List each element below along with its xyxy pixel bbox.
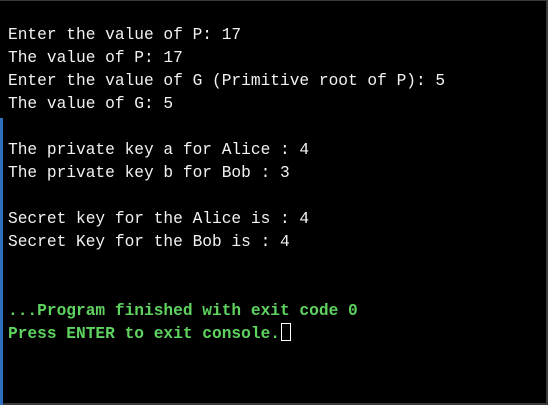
console-line: Secret Key for the Bob is : 4 xyxy=(8,233,290,251)
text-cursor[interactable] xyxy=(281,323,291,341)
exit-prompt-text: Press ENTER to exit console. xyxy=(8,325,280,343)
console-line: Enter the value of P: 17 xyxy=(8,26,242,44)
console-line: The value of P: 17 xyxy=(8,49,183,67)
console-line: The private key a for Alice : 4 xyxy=(8,141,310,159)
console-output-area[interactable]: Enter the value of P: 17 The value of P:… xyxy=(0,0,548,405)
program-finished-message: ...Program finished with exit code 0 xyxy=(8,302,358,320)
exit-prompt-line: Press ENTER to exit console. xyxy=(8,323,445,346)
console-frame-top xyxy=(0,0,548,1)
console-lines: Enter the value of P: 17 The value of P:… xyxy=(8,24,445,346)
console-line: Secret key for the Alice is : 4 xyxy=(8,210,310,228)
console-scroll-indicator xyxy=(0,118,3,405)
console-line: Enter the value of G (Primitive root of … xyxy=(8,72,446,90)
console-line: The private key b for Bob : 3 xyxy=(8,164,290,182)
console-line: The value of G: 5 xyxy=(8,95,174,113)
